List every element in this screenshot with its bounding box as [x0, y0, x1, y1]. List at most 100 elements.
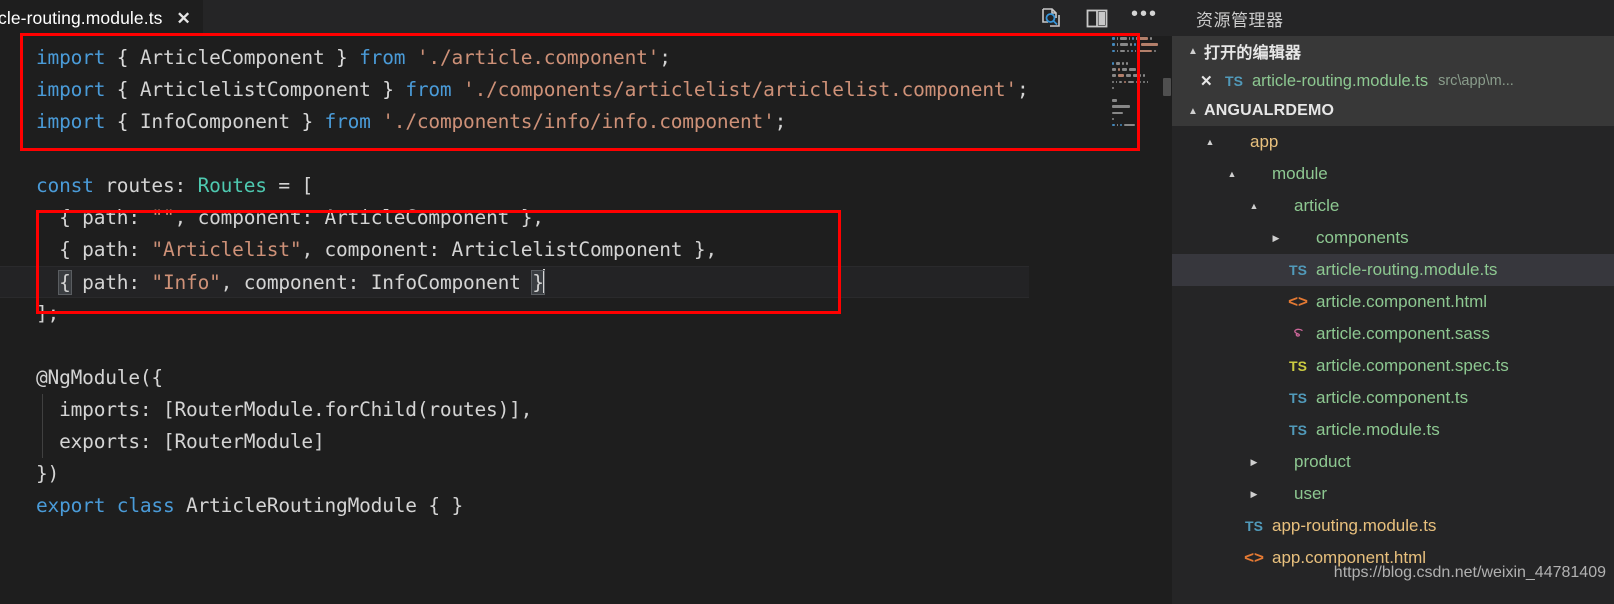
tree-item-label: article.module.ts [1316, 420, 1440, 439]
scrollbar-thumb[interactable] [1163, 78, 1171, 96]
section-project-root[interactable]: ▲ ANGUALRDEMO [1172, 96, 1614, 126]
code-token: }, [682, 238, 717, 261]
code-token: ; [1016, 78, 1029, 101]
text-cursor [542, 269, 545, 293]
minimap[interactable] [1112, 36, 1162, 604]
code-token: ; [659, 46, 671, 69]
explorer-title: 资源管理器 [1196, 10, 1284, 30]
code-viewport[interactable]: import { ArticleComponent } from './arti… [0, 36, 1172, 604]
code-line[interactable]: import { ArticlelistComponent } from './… [0, 74, 1029, 106]
chevron-down-icon[interactable]: ▲ [1224, 169, 1240, 179]
tree-item-label: article.component.spec.ts [1316, 356, 1509, 375]
tree-item-label: user [1294, 484, 1328, 503]
chevron-down-icon[interactable]: ▲ [1202, 137, 1218, 147]
tree-item-label: app-routing.module.ts [1272, 516, 1437, 535]
tree-item-label: article-routing.module.ts [1316, 260, 1498, 279]
code-token: } [289, 110, 325, 133]
tree-folder-article[interactable]: ▲ article [1172, 190, 1614, 222]
code-token: } [324, 46, 360, 69]
code-token: { path: [36, 238, 152, 261]
code-line[interactable]: export class ArticleRoutingModule { } [0, 490, 1029, 522]
minimap-line [1112, 61, 1162, 66]
code-line[interactable]: exports: [RouterModule] [0, 426, 1029, 458]
code-line[interactable]: imports: [RouterModule.forChild(routes)]… [0, 394, 1029, 426]
code-token: , component: [301, 238, 452, 261]
tree-file-article.component.sass[interactable]: article.component.sass [1172, 318, 1614, 350]
source-code[interactable]: import { ArticleComponent } from './arti… [0, 36, 1029, 522]
code-token: { [105, 78, 140, 101]
minimap-line [1112, 92, 1162, 97]
code-token: path: [70, 271, 152, 294]
code-token: = [ [266, 174, 313, 197]
code-line[interactable]: import { ArticleComponent } from './arti… [0, 42, 1029, 74]
code-token: ArticleComponent [324, 206, 510, 229]
tab-label: icle-routing.module.ts [0, 7, 163, 28]
editor-area: icle-routing.module.ts ✕ ••• import {Ar… [0, 0, 1172, 604]
code-token: ArticlelistComponent [451, 238, 683, 261]
ts-file-icon: TS [1289, 390, 1307, 406]
code-token: , component: [174, 206, 325, 229]
code-line[interactable] [0, 138, 1029, 170]
ts-file-icon: TS [1245, 518, 1263, 534]
tree-folder-components[interactable]: ▶ components [1172, 222, 1614, 254]
editor-actions: ••• [1039, 0, 1172, 36]
code-token: { [105, 110, 140, 133]
chevron-right-icon[interactable]: ▶ [1268, 233, 1284, 244]
open-preview-icon[interactable] [1039, 7, 1063, 29]
tree-file-article.module.ts[interactable]: TS article.module.ts [1172, 414, 1614, 446]
tree-file-article.component.ts[interactable]: TS article.component.ts [1172, 382, 1614, 414]
code-line[interactable] [0, 330, 1029, 362]
tree-item-label: article.component.sass [1316, 324, 1490, 343]
split-editor-icon[interactable] [1085, 8, 1109, 29]
close-icon[interactable]: ✕ [1200, 72, 1220, 90]
open-editor-item[interactable]: ✕ TS article-routing.module.ts src\app\m... [1172, 66, 1614, 96]
tree-file-article-routing.module.ts[interactable]: TS article-routing.module.ts [1172, 254, 1614, 286]
editor-tab-article-routing-module[interactable]: icle-routing.module.ts ✕ [0, 0, 203, 36]
tree-folder-product[interactable]: ▶ product [1172, 446, 1614, 478]
code-line[interactable]: const routes: Routes = [ [0, 170, 1029, 202]
more-actions-icon[interactable]: ••• [1131, 4, 1158, 28]
tree-file-article.component.html[interactable]: <> article.component.html [1172, 286, 1614, 318]
code-line[interactable]: { path: "Info", component: InfoComponent… [0, 266, 1029, 298]
minimap-line [1112, 42, 1162, 47]
code-line[interactable]: }) [0, 458, 1029, 490]
tree-folder-module[interactable]: ▲ module [1172, 158, 1614, 190]
code-token: "Articlelist" [151, 238, 302, 261]
tree-item-label: components [1316, 228, 1409, 247]
code-line[interactable]: { path: "", component: ArticleComponent … [0, 202, 1029, 234]
tree-folder-user[interactable]: ▶ user [1172, 478, 1614, 510]
tree-file-app-routing.module.ts[interactable]: TS app-routing.module.ts [1172, 510, 1614, 542]
project-root-label: ANGUALRDEMO [1204, 102, 1335, 119]
tree-file-app.component.html[interactable]: <> app.component.html [1172, 542, 1614, 574]
code-token: { [105, 46, 140, 69]
explorer-sidebar: 资源管理器 ▲ 打开的编辑器 ✕ TS article-routing.module… [1172, 0, 1614, 604]
tree-folder-app[interactable]: ▲ app [1172, 126, 1614, 158]
open-editor-path: src\app\m... [1438, 73, 1514, 89]
code-line[interactable]: { path: "Articlelist", component: Articl… [0, 234, 1029, 266]
chevron-down-icon[interactable]: ▲ [1246, 201, 1262, 211]
close-icon[interactable]: ✕ [177, 10, 191, 27]
minimap-line [1112, 104, 1162, 109]
tree-item-label: app.component.html [1272, 548, 1427, 567]
code-line[interactable]: ]; [0, 298, 1029, 330]
minimap-line [1112, 86, 1162, 91]
chevron-right-icon[interactable]: ▶ [1246, 489, 1262, 500]
ts-file-icon: TS [1289, 422, 1307, 438]
code-token: Routes [197, 174, 267, 197]
code-line[interactable]: import { InfoComponent } from './compone… [0, 106, 1029, 138]
tree-item-label: product [1294, 452, 1351, 471]
code-token: ArticleRoutingModule { } [174, 494, 463, 517]
minimap-line [1112, 116, 1162, 121]
chevron-right-icon[interactable]: ▶ [1246, 457, 1262, 468]
code-token: class [116, 494, 175, 517]
section-open-editors[interactable]: ▲ 打开的编辑器 [1172, 36, 1614, 66]
open-editors-list: ✕ TS article-routing.module.ts src\app\m... [1172, 66, 1614, 96]
tree-file-article.component.spec.ts[interactable]: TS article.component.spec.ts [1172, 350, 1614, 382]
code-token: './components/info/info.component' [382, 110, 775, 133]
editor-scrollbar[interactable] [1162, 36, 1172, 604]
code-token: }) [36, 462, 60, 485]
code-token: ]; [36, 302, 60, 325]
code-line[interactable]: @NgModule({ [0, 362, 1029, 394]
